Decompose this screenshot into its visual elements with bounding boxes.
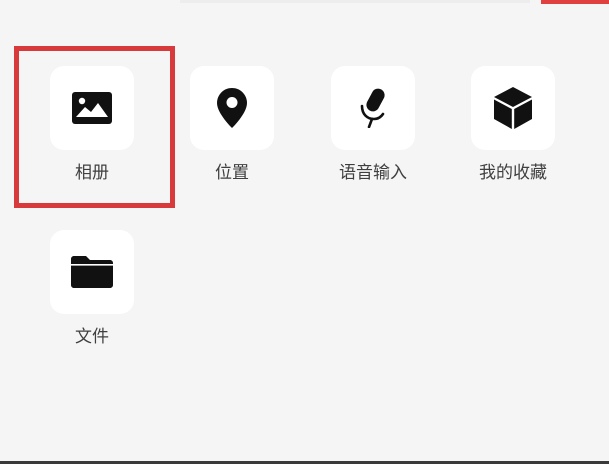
top-bar-remnant [180,0,530,3]
panel-item-album[interactable]: 相册 [50,66,134,196]
panel-item-favorites[interactable]: 我的收藏 [471,66,555,196]
voice-input-tile[interactable] [331,66,415,150]
microphone-icon [356,88,390,128]
file-tile[interactable] [50,230,134,314]
folder-icon [71,256,113,288]
location-pin-icon [217,88,247,128]
album-label: 相册 [75,163,109,183]
panel-item-voice-input[interactable]: 语音输入 [331,66,415,196]
panel-item-file[interactable]: 文件 [50,230,134,360]
file-label: 文件 [75,327,109,347]
top-accent-bar [541,0,609,4]
image-icon [72,92,112,124]
favorites-tile[interactable] [471,66,555,150]
voice-input-label: 语音输入 [339,163,407,183]
panel-item-location[interactable]: 位置 [190,66,274,196]
favorites-label: 我的收藏 [479,163,547,183]
location-label: 位置 [215,163,249,183]
cube-icon [493,86,533,130]
location-tile[interactable] [190,66,274,150]
album-tile[interactable] [50,66,134,150]
